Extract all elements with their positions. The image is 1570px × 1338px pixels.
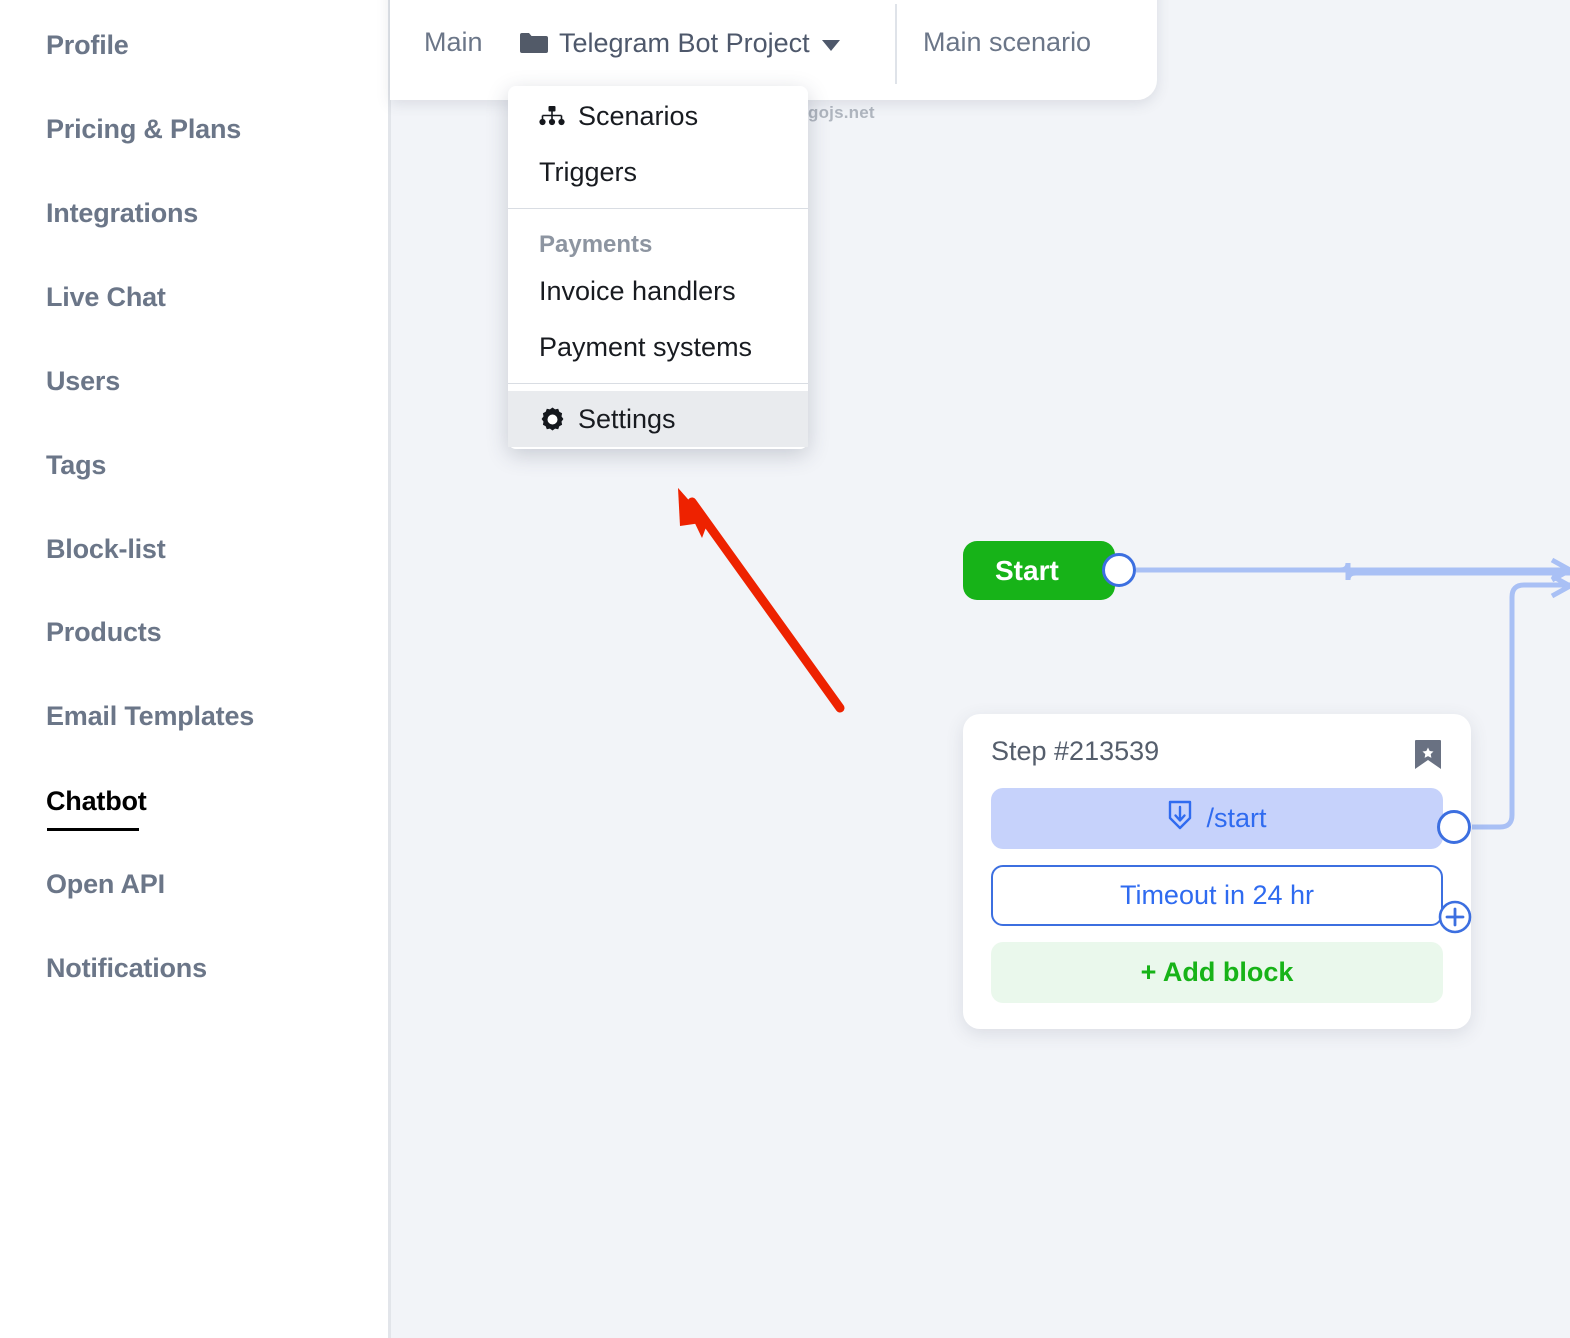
- sidebar-item-users[interactable]: Users: [46, 366, 120, 397]
- menu-item-invoice-handlers-label: Invoice handlers: [539, 276, 736, 307]
- menu-item-triggers-label: Triggers: [539, 157, 637, 188]
- sidebar-item-open-api[interactable]: Open API: [46, 869, 165, 900]
- sidebar-item-pricing-plans[interactable]: Pricing & Plans: [46, 114, 241, 145]
- bookmark-star-icon[interactable]: [1413, 736, 1443, 772]
- start-node[interactable]: Start: [963, 541, 1115, 600]
- menu-item-invoice-handlers[interactable]: Invoice handlers: [508, 263, 808, 319]
- menu-item-triggers[interactable]: Triggers: [508, 144, 808, 200]
- sidebar-item-chatbot[interactable]: Chatbot: [46, 786, 147, 817]
- folder-icon: [518, 30, 548, 56]
- chevron-down-icon: [822, 40, 840, 51]
- sidebar-item-block-list[interactable]: Block-list: [46, 534, 166, 565]
- menu-item-scenarios[interactable]: Scenarios: [508, 88, 808, 144]
- block-command-start-label: /start: [1206, 803, 1266, 834]
- breadcrumb-main[interactable]: Main: [424, 27, 483, 58]
- sidebar-item-email-templates[interactable]: Email Templates: [46, 701, 254, 732]
- sidebar-item-tags[interactable]: Tags: [46, 450, 106, 481]
- sidebar-item-integrations[interactable]: Integrations: [46, 198, 198, 229]
- command-start-output-port[interactable]: [1437, 810, 1471, 844]
- gear-icon: [539, 406, 569, 433]
- menu-item-settings-label: Settings: [578, 404, 676, 435]
- start-node-label: Start: [995, 555, 1059, 587]
- start-node-output-port[interactable]: [1102, 553, 1136, 587]
- project-dropdown-menu: Scenarios Triggers Payments Invoice hand…: [508, 86, 808, 449]
- menu-item-settings[interactable]: Settings: [508, 391, 808, 447]
- sidebar-item-live-chat[interactable]: Live Chat: [46, 282, 166, 313]
- menu-item-scenarios-label: Scenarios: [578, 101, 698, 132]
- sidebar: Profile Pricing & Plans Integrations Liv…: [0, 0, 388, 1338]
- project-name: Telegram Bot Project: [559, 28, 810, 59]
- block-timeout[interactable]: Timeout in 24 hr: [991, 865, 1443, 926]
- sidebar-item-profile[interactable]: Profile: [46, 30, 129, 61]
- scenario-name[interactable]: Main scenario: [923, 27, 1091, 58]
- header-panel: Main Telegram Bot Project Main scenario: [390, 0, 1157, 100]
- add-block-button[interactable]: + Add block: [991, 942, 1443, 1003]
- menu-group-payments: Payments: [508, 209, 808, 263]
- plus-circle-icon[interactable]: [1437, 899, 1473, 935]
- sidebar-canvas-divider: [388, 0, 391, 1338]
- step-title: Step #213539: [991, 736, 1159, 767]
- sidebar-item-products[interactable]: Products: [46, 617, 161, 648]
- step-card-header: Step #213539: [991, 736, 1443, 772]
- menu-item-payment-systems-label: Payment systems: [539, 332, 752, 363]
- sitemap-icon: [539, 105, 569, 127]
- header-separator: [895, 4, 897, 84]
- block-timeout-label: Timeout in 24 hr: [1120, 880, 1314, 911]
- command-download-icon: [1167, 800, 1193, 837]
- sidebar-item-notifications[interactable]: Notifications: [46, 953, 207, 984]
- step-card[interactable]: Step #213539 /start Timeout in 24 hr + A…: [963, 714, 1471, 1029]
- breadcrumb: Main Telegram Bot Project Main scenario: [390, 0, 1157, 100]
- add-block-label: + Add block: [1141, 957, 1294, 988]
- menu-item-payment-systems[interactable]: Payment systems: [508, 319, 808, 375]
- block-command-start[interactable]: /start: [991, 788, 1443, 849]
- menu-spacer: [508, 384, 808, 391]
- gojs-watermark: gojs.net: [808, 103, 875, 123]
- project-selector[interactable]: Telegram Bot Project: [518, 20, 840, 66]
